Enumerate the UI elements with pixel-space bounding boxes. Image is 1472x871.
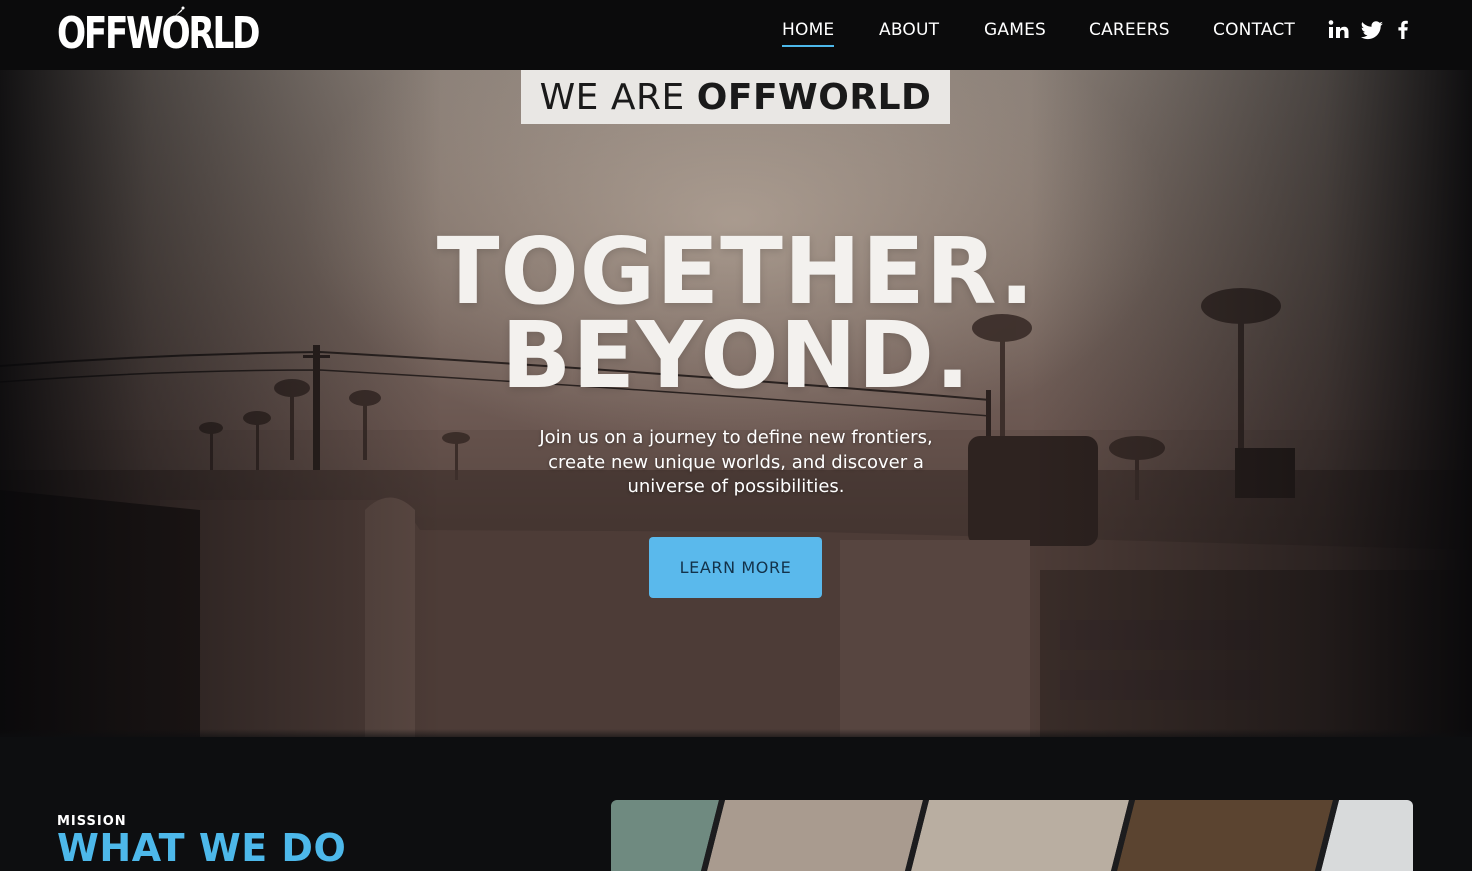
mission-image-gallery [611,800,1413,871]
logo-text: OFFWORLD [57,8,261,59]
tagline-bold: OFFWORLD [696,76,932,118]
gallery-panels [611,800,1413,871]
tagline-light: WE ARE [539,76,685,118]
nav-about[interactable]: ABOUT [879,20,939,40]
hero-subtext-line-2: create new unique worlds, and discover a [548,451,924,473]
tagline-banner: WE ARE OFFWORLD [521,70,950,124]
hero-subtext-line-3: universe of possibilities. [627,476,845,497]
nav-careers[interactable]: CAREERS [1089,20,1170,40]
mission-title: WHAT WE DO [57,826,347,870]
facebook-icon[interactable] [1394,18,1410,42]
logo-rocket-icon [173,6,185,18]
headline-line-2: BEYOND. [501,302,971,409]
nav-games[interactable]: GAMES [984,20,1046,40]
hero-bottom-fade [0,729,1472,737]
hero-section: WE ARE OFFWORLD TOGETHER. BEYOND. Join u… [0,70,1472,737]
learn-more-button[interactable]: LEARN MORE [649,537,822,598]
site-header: OFFWORLD HOME ABOUT GAMES CAREERS CONTAC… [0,0,1472,70]
nav-home[interactable]: HOME [782,20,835,47]
hero-subtext: Join us on a journey to define new front… [486,426,986,500]
nav-contact[interactable]: CONTACT [1213,20,1295,40]
offworld-logo[interactable]: OFFWORLD [57,6,315,62]
twitter-icon[interactable] [1360,18,1384,42]
hero-subtext-line-1: Join us on a journey to define new front… [539,427,933,448]
linkedin-icon[interactable] [1328,18,1350,42]
